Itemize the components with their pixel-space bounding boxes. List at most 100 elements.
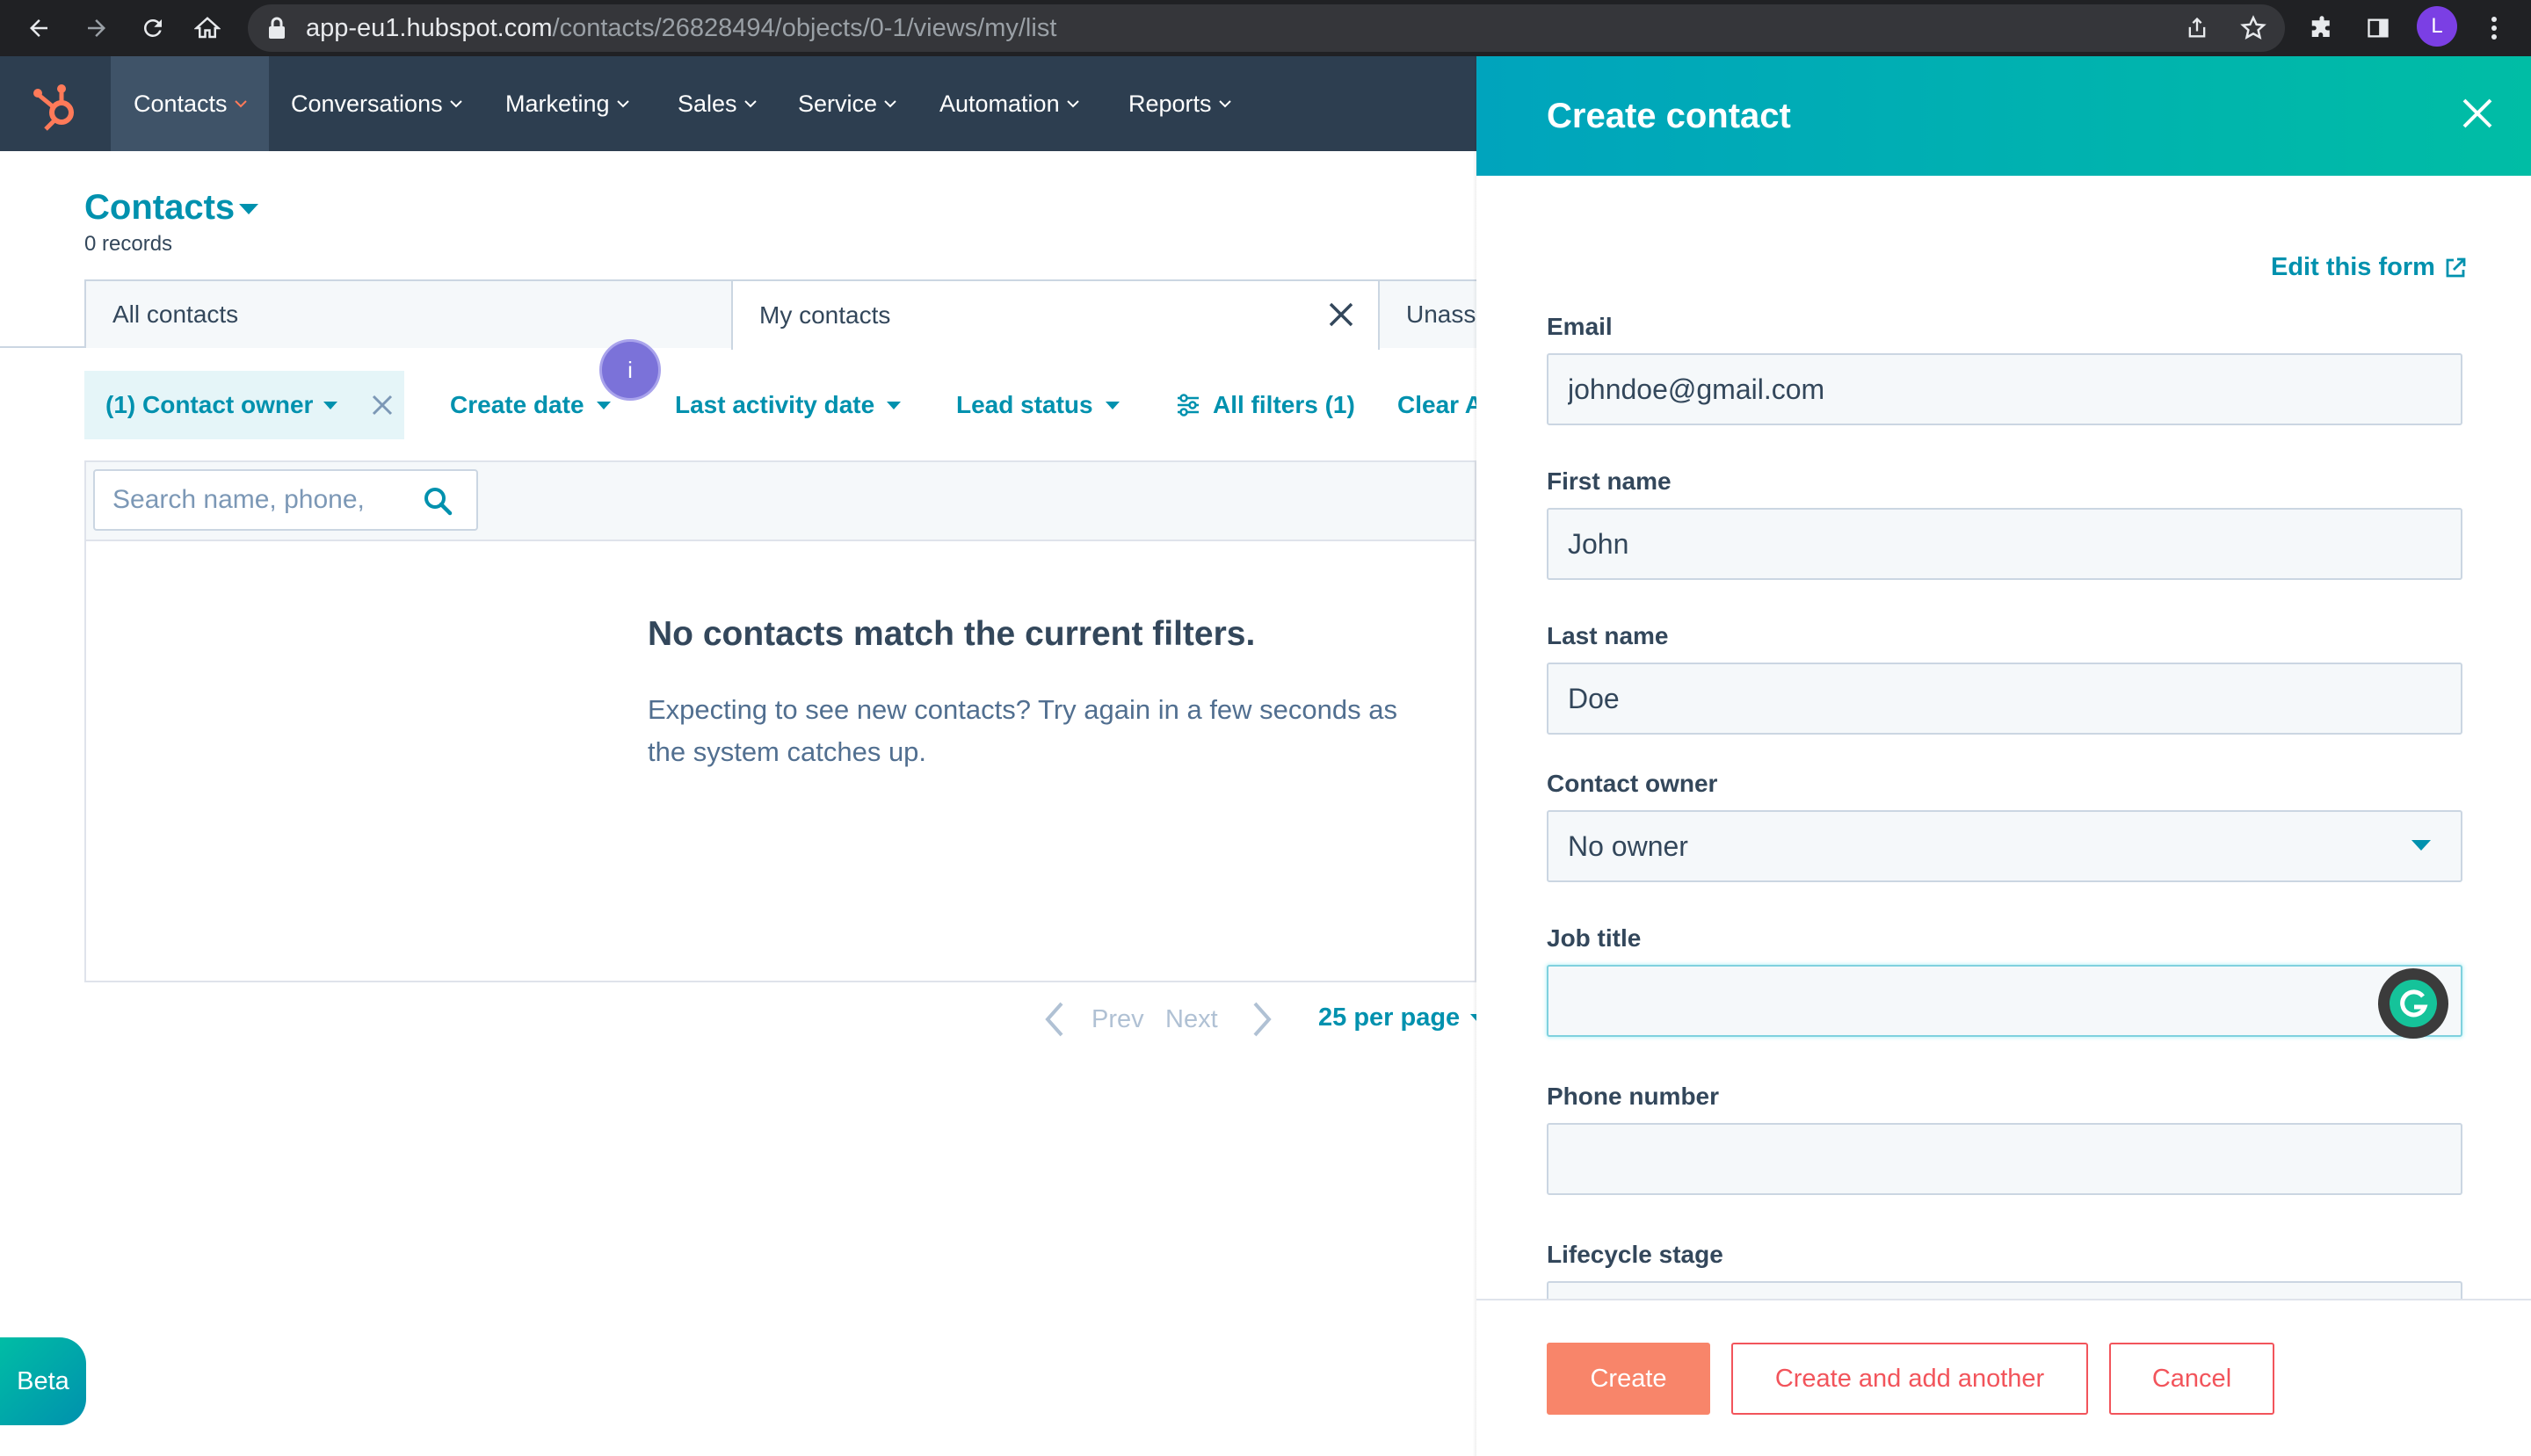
empty-state-title: No contacts match the current filters. xyxy=(648,615,1256,653)
nav-item-automation[interactable]: Automation xyxy=(939,56,1079,151)
job-title-field[interactable] xyxy=(1547,965,2462,1037)
nav-item-label: Marketing xyxy=(505,90,610,117)
per-page-label: 25 per page xyxy=(1318,1003,1461,1032)
search-input[interactable] xyxy=(112,471,411,529)
sliders-icon xyxy=(1178,394,1199,417)
tab-label: My contacts xyxy=(759,301,891,329)
panel-title: Create contact xyxy=(1547,97,1791,135)
chevron-down-icon xyxy=(1218,100,1231,108)
info-badge[interactable]: i xyxy=(599,339,661,401)
home-icon[interactable] xyxy=(185,5,230,51)
lead-status-filter[interactable]: Lead status xyxy=(956,371,1120,439)
chevron-down-icon xyxy=(234,100,247,108)
nav-item-service[interactable]: Service xyxy=(798,56,896,151)
close-icon[interactable] xyxy=(2459,95,2496,132)
nav-item-marketing[interactable]: Marketing xyxy=(505,56,629,151)
grammarly-icon[interactable] xyxy=(2378,968,2448,1039)
filter-label: Lead status xyxy=(956,391,1093,418)
create-date-filter[interactable]: Create date xyxy=(450,371,611,439)
url-path: /contacts/26828494/objects/0-1/views/my/… xyxy=(552,14,1057,42)
chevron-down-icon xyxy=(616,100,629,108)
caret-down-icon xyxy=(887,401,902,409)
forward-icon[interactable] xyxy=(74,5,120,51)
tab-my-contacts[interactable]: My contacts xyxy=(731,279,1380,350)
profile-avatar[interactable]: L xyxy=(2417,6,2457,47)
lock-icon xyxy=(267,16,286,40)
nav-item-label: Contacts xyxy=(134,90,228,117)
nav-item-label: Automation xyxy=(939,90,1060,117)
contact-owner-label: Contact owner xyxy=(1547,770,1718,797)
all-filters-button[interactable]: All filters (1) xyxy=(1176,371,1355,439)
side-panel-icon[interactable] xyxy=(2355,5,2401,51)
tab-all-contacts[interactable]: All contacts xyxy=(84,279,733,348)
nav-item-label: Conversations xyxy=(291,90,443,117)
tab-label: Unassi xyxy=(1406,301,1482,328)
extensions-icon[interactable] xyxy=(2299,5,2345,51)
nav-item-label: Sales xyxy=(678,90,737,117)
lifecycle-stage-label: Lifecycle stage xyxy=(1547,1241,1723,1268)
caret-down-icon xyxy=(323,401,338,409)
external-link-icon xyxy=(2446,257,2466,277)
empty-state-description: Expecting to see new contacts? Try again… xyxy=(648,694,1397,767)
chevron-down-icon xyxy=(449,100,462,108)
back-icon[interactable] xyxy=(16,5,62,51)
cancel-button[interactable]: Cancel xyxy=(2109,1343,2274,1415)
close-icon[interactable] xyxy=(1325,299,1357,330)
nav-item-label: Reports xyxy=(1128,90,1212,117)
tab-label: All contacts xyxy=(112,301,239,328)
contact-owner-value: No owner xyxy=(1568,829,1688,862)
create-and-add-another-button[interactable]: Create and add another xyxy=(1731,1343,2088,1415)
url-host: app-eu1.hubspot.com xyxy=(306,14,553,42)
hubspot-logo-icon[interactable] xyxy=(32,81,83,134)
last-name-label: Last name xyxy=(1547,622,1669,649)
edit-form-label: Edit this form xyxy=(2271,253,2435,281)
chevron-down-icon xyxy=(1066,100,1079,108)
nav-item-contacts[interactable]: Contacts xyxy=(134,56,247,151)
share-icon[interactable] xyxy=(2174,5,2220,51)
next-page-button[interactable]: Next xyxy=(1165,1005,1218,1034)
email-label: Email xyxy=(1547,313,1613,340)
phone-label: Phone number xyxy=(1547,1083,1720,1110)
reload-icon[interactable] xyxy=(130,5,176,51)
chevron-right-icon[interactable] xyxy=(1250,1000,1274,1039)
last-name-field[interactable] xyxy=(1547,663,2462,735)
first-name-label: First name xyxy=(1547,467,1672,495)
nav-item-reports[interactable]: Reports xyxy=(1128,56,1231,151)
edit-form-link[interactable]: Edit this form xyxy=(2271,253,2467,282)
url-text[interactable]: app-eu1.hubspot.com/contacts/26828494/ob… xyxy=(306,7,1056,49)
filter-label: Create date xyxy=(450,391,584,418)
filter-label: Clear A xyxy=(1397,391,1476,418)
caret-down-icon[interactable] xyxy=(237,202,260,216)
bookmark-star-icon[interactable] xyxy=(2230,5,2276,51)
contact-owner-filter[interactable]: (1) Contact owner xyxy=(84,371,404,439)
phone-number-field[interactable] xyxy=(1547,1123,2462,1195)
filter-label: Last activity date xyxy=(675,391,875,418)
caret-down-icon[interactable] xyxy=(2411,840,2431,851)
search-box[interactable] xyxy=(93,469,478,531)
contact-owner-select[interactable]: No owner xyxy=(1547,810,2462,882)
last-activity-date-filter[interactable]: Last activity date xyxy=(675,371,902,439)
page-title[interactable]: Contacts xyxy=(84,188,235,228)
job-title-label: Job title xyxy=(1547,924,1642,952)
beta-button[interactable]: Beta xyxy=(0,1337,86,1425)
filter-label: (1) Contact owner xyxy=(105,391,314,418)
nav-item-sales[interactable]: Sales xyxy=(678,56,757,151)
nav-item-label: Service xyxy=(798,90,878,117)
prev-page-button[interactable]: Prev xyxy=(1091,1005,1144,1034)
search-icon[interactable] xyxy=(422,485,453,517)
remove-filter-icon[interactable] xyxy=(369,392,395,418)
record-count: 0 records xyxy=(84,232,173,256)
chevron-left-icon[interactable] xyxy=(1042,1000,1067,1039)
per-page-select[interactable]: 25 per page xyxy=(1318,1003,1485,1032)
first-name-field[interactable] xyxy=(1547,508,2462,580)
more-menu-icon[interactable] xyxy=(2471,5,2517,51)
email-field[interactable] xyxy=(1547,353,2462,425)
caret-down-icon xyxy=(1105,401,1120,409)
clear-all-button[interactable]: Clear A xyxy=(1397,371,1476,439)
filter-label: All filters (1) xyxy=(1213,391,1355,418)
nav-item-conversations[interactable]: Conversations xyxy=(291,56,462,151)
caret-down-icon xyxy=(596,401,611,409)
chevron-down-icon xyxy=(743,100,757,108)
create-button[interactable]: Create xyxy=(1547,1343,1710,1415)
chevron-down-icon xyxy=(884,100,896,108)
